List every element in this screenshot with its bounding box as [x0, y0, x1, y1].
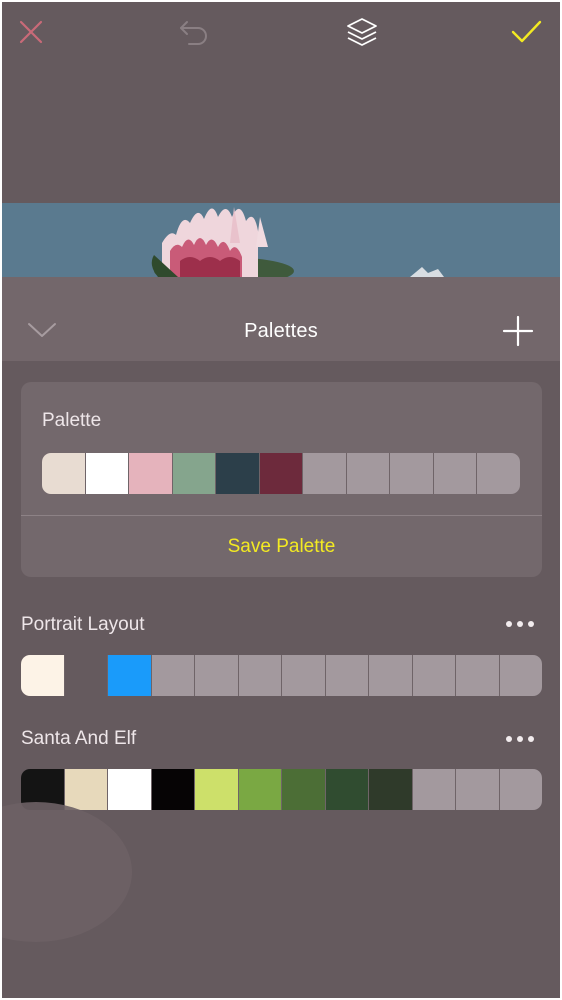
palette-swatches[interactable]	[21, 655, 542, 696]
palette-more-button[interactable]	[506, 614, 534, 634]
palettes-header: Palettes	[2, 277, 560, 361]
layers-button[interactable]	[344, 14, 380, 50]
palette-label: Palette	[42, 410, 102, 431]
check-icon	[511, 20, 542, 43]
color-swatch[interactable]	[171, 453, 216, 494]
current-palette-card: Palette Save Palette	[21, 382, 542, 577]
color-swatch[interactable]	[411, 769, 455, 810]
undo-button[interactable]	[176, 14, 212, 50]
color-swatch[interactable]	[258, 453, 303, 494]
color-swatch[interactable]	[128, 453, 172, 494]
touch-indicator	[2, 802, 132, 942]
color-swatch[interactable]	[281, 655, 325, 696]
palette-name: Portrait Layout	[21, 614, 145, 635]
color-swatch[interactable]	[63, 769, 107, 810]
more-icon	[506, 621, 512, 627]
add-palette-button[interactable]	[500, 313, 536, 349]
color-swatch[interactable]	[302, 453, 346, 494]
color-swatch[interactable]	[42, 453, 85, 494]
color-swatch[interactable]	[21, 655, 64, 696]
app-frame: Palettes Palette Save Palette Portrait L…	[2, 2, 560, 998]
palette-name: Santa And Elf	[21, 728, 137, 749]
undo-icon	[180, 21, 207, 45]
color-swatch[interactable]	[63, 655, 107, 696]
color-swatch[interactable]	[498, 769, 542, 810]
layers-icon	[347, 18, 377, 46]
color-swatch[interactable]	[368, 655, 412, 696]
palette-swatches[interactable]	[21, 769, 542, 810]
color-swatch[interactable]	[455, 769, 499, 810]
color-swatch[interactable]	[215, 453, 259, 494]
color-swatch[interactable]	[150, 769, 194, 810]
color-swatch[interactable]	[389, 453, 433, 494]
more-icon	[506, 736, 512, 742]
color-swatch[interactable]	[498, 655, 542, 696]
photo-canvas[interactable]	[2, 203, 560, 277]
confirm-button[interactable]	[508, 14, 544, 50]
color-swatch[interactable]	[237, 769, 281, 810]
save-palette-button[interactable]: Save Palette	[21, 516, 542, 577]
color-swatch[interactable]	[411, 655, 455, 696]
protea-flower-image	[2, 203, 560, 277]
color-swatch[interactable]	[432, 453, 477, 494]
color-swatch[interactable]	[107, 655, 151, 696]
color-swatch[interactable]	[281, 769, 325, 810]
color-swatch[interactable]	[476, 453, 520, 494]
sheet-title: Palettes	[244, 320, 318, 342]
current-palette-swatches	[42, 453, 520, 494]
color-swatch[interactable]	[324, 769, 368, 810]
close-icon	[19, 20, 43, 44]
palette-more-button[interactable]	[506, 729, 534, 749]
color-swatch[interactable]	[455, 655, 499, 696]
color-swatch[interactable]	[194, 769, 238, 810]
color-swatch[interactable]	[84, 453, 129, 494]
plus-icon	[502, 315, 534, 347]
close-button[interactable]	[13, 14, 49, 50]
color-swatch[interactable]	[368, 769, 412, 810]
color-swatch[interactable]	[194, 655, 238, 696]
color-swatch[interactable]	[345, 453, 390, 494]
color-swatch[interactable]	[150, 655, 194, 696]
color-swatch[interactable]	[107, 769, 151, 810]
color-swatch[interactable]	[237, 655, 281, 696]
color-swatch[interactable]	[324, 655, 368, 696]
